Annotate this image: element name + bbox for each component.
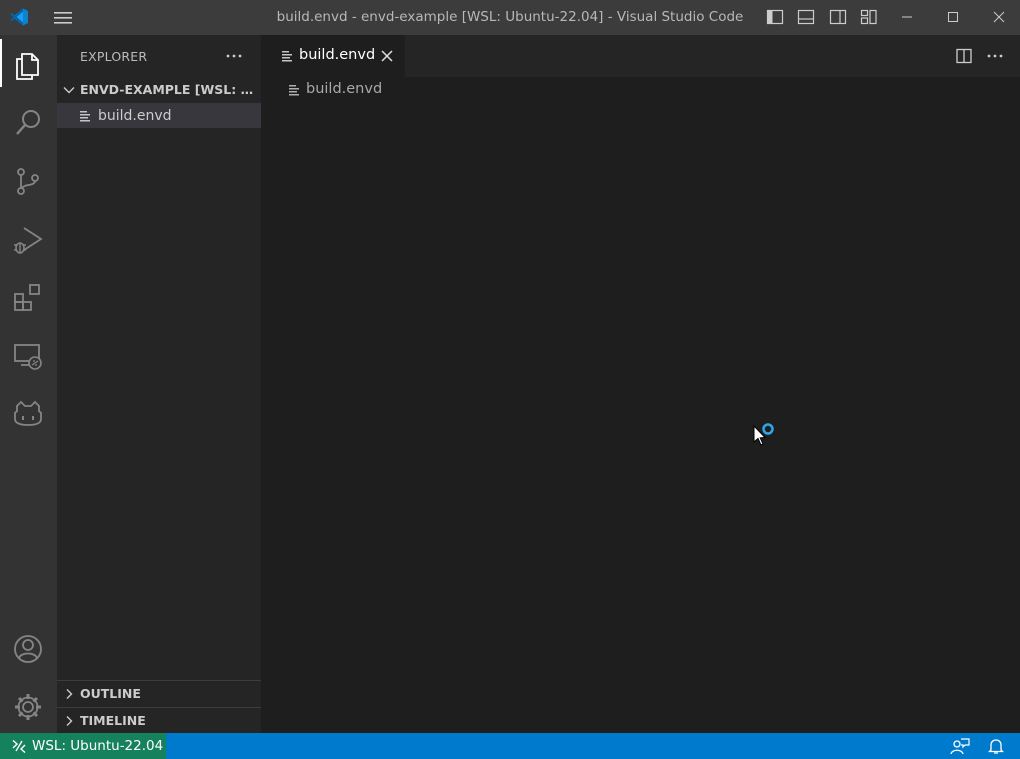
more-actions-icon[interactable] xyxy=(223,47,245,65)
activity-source-control[interactable] xyxy=(0,155,57,203)
close-icon[interactable] xyxy=(976,0,1020,35)
feedback-icon[interactable] xyxy=(950,737,970,755)
timeline-pane-label: TIMELINE xyxy=(80,713,146,728)
toggle-primary-sidebar-icon[interactable] xyxy=(766,8,784,26)
file-lines-icon xyxy=(79,110,91,126)
editor-tab-bar: build.envd xyxy=(261,35,1020,77)
activity-search[interactable] xyxy=(0,97,57,145)
remote-indicator-label: WSL: Ubuntu-22.04 xyxy=(32,738,164,754)
outline-pane-label: OUTLINE xyxy=(80,686,141,701)
explorer-file-label: build.envd xyxy=(98,108,172,124)
sidebar-explorer: EXPLORER ENVD-EXAMPLE [WSL: UBUNTU-22.04… xyxy=(57,35,261,733)
activity-run-debug[interactable] xyxy=(0,213,57,261)
chevron-down-icon xyxy=(62,83,76,101)
more-actions-icon[interactable] xyxy=(985,47,1005,65)
sidebar-header: EXPLORER xyxy=(57,35,261,77)
application-menu-icon[interactable] xyxy=(52,8,74,28)
minimize-icon[interactable] xyxy=(884,0,930,35)
file-lines-icon xyxy=(281,50,293,66)
chevron-right-icon xyxy=(63,688,75,704)
breadcrumb-item[interactable]: build.envd xyxy=(306,81,382,97)
close-icon[interactable] xyxy=(379,48,395,64)
activity-github-copilot[interactable] xyxy=(0,387,57,435)
sidebar-title: EXPLORER xyxy=(80,49,148,64)
editor-area[interactable] xyxy=(261,103,1020,733)
bell-icon[interactable] xyxy=(987,737,1005,755)
activity-extensions[interactable] xyxy=(0,271,57,319)
chevron-right-icon xyxy=(63,715,75,731)
activity-accounts[interactable] xyxy=(0,623,57,671)
workspace-folder[interactable]: ENVD-EXAMPLE [WSL: UBUNTU-22.04] xyxy=(57,78,261,101)
activity-bar xyxy=(0,35,57,733)
customize-layout-icon[interactable] xyxy=(860,8,878,26)
remote-indicator[interactable]: WSL: Ubuntu-22.04 xyxy=(0,733,166,759)
file-lines-icon xyxy=(288,84,300,100)
split-editor-icon[interactable] xyxy=(955,47,973,65)
title-bar: build.envd - envd-example [WSL: Ubuntu-2… xyxy=(0,0,1020,35)
activity-explorer[interactable] xyxy=(0,39,57,87)
explorer-file-item[interactable]: build.envd xyxy=(57,103,261,128)
workspace-folder-label: ENVD-EXAMPLE [WSL: UBUNTU-22.04] xyxy=(80,82,258,97)
toggle-secondary-sidebar-icon[interactable] xyxy=(829,8,847,26)
timeline-pane-header[interactable]: TIMELINE xyxy=(57,707,261,734)
editor-tab[interactable]: build.envd xyxy=(261,35,405,77)
vscode-logo-icon[interactable] xyxy=(9,7,29,27)
breadcrumb: build.envd xyxy=(261,77,1020,103)
maximize-icon[interactable] xyxy=(930,0,976,35)
activity-manage[interactable] xyxy=(0,681,57,729)
busy-cursor-icon xyxy=(753,422,777,452)
status-bar: WSL: Ubuntu-22.04 xyxy=(0,733,1020,759)
activity-remote-explorer[interactable] xyxy=(0,329,57,377)
toggle-panel-icon[interactable] xyxy=(797,8,815,26)
outline-pane-header[interactable]: OUTLINE xyxy=(57,680,261,707)
editor-tab-label: build.envd xyxy=(299,47,376,63)
